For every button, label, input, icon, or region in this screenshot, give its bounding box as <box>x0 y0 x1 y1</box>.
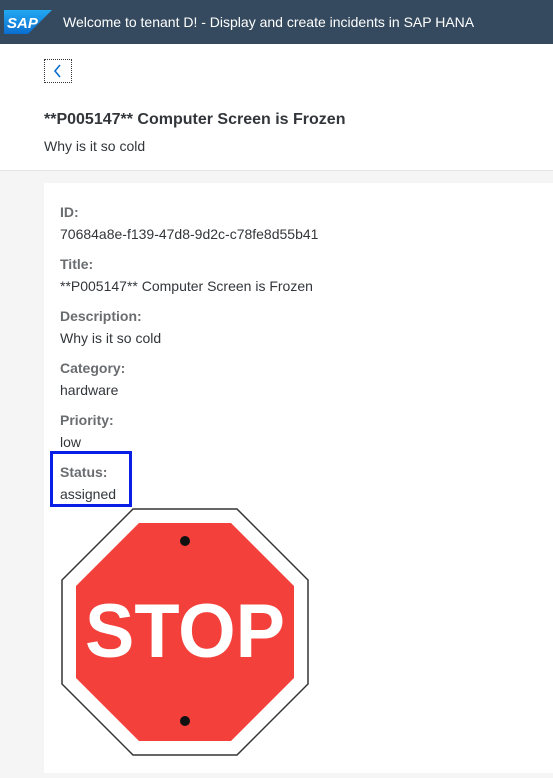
field-label: Category: <box>60 360 126 376</box>
field-title: Title: **P005147** Computer Screen is Fr… <box>60 255 313 295</box>
field-label: Description: <box>60 308 142 324</box>
shell-bar: SAP Welcome to tenant D! - Display and c… <box>0 0 553 44</box>
field-priority: Priority: low <box>60 411 114 451</box>
back-button[interactable] <box>44 59 72 83</box>
status-highlight-box <box>50 451 132 507</box>
stop-sign-text: STOP <box>85 589 285 674</box>
field-label: Title: <box>60 256 94 272</box>
field-description: Description: Why is it so cold <box>60 307 161 347</box>
field-value: low <box>60 434 82 450</box>
field-label: Priority: <box>60 412 114 428</box>
field-category: Category: hardware <box>60 359 125 399</box>
page-subtitle: Why is it so cold <box>44 138 146 154</box>
field-value: Why is it so cold <box>60 330 162 346</box>
field-value: **P005147** Computer Screen is Frozen <box>60 278 313 294</box>
field-value: hardware <box>60 382 119 398</box>
sap-logo[interactable]: SAP <box>4 10 52 34</box>
incident-details: ID: 70684a8e-f139-47d8-9d2c-c78fe8d55b41… <box>44 183 553 773</box>
app-title: Welcome to tenant D! - Display and creat… <box>63 14 475 30</box>
field-id: ID: 70684a8e-f139-47d8-9d2c-c78fe8d55b41 <box>60 203 318 243</box>
field-label: ID: <box>60 204 79 220</box>
stop-sign-icon: STOP <box>61 508 309 756</box>
object-page-header: **P005147** Computer Screen is Frozen Wh… <box>0 44 553 171</box>
svg-text:SAP: SAP <box>7 15 39 32</box>
field-value: 70684a8e-f139-47d8-9d2c-c78fe8d55b41 <box>60 226 319 242</box>
page-title: **P005147** Computer Screen is Frozen <box>44 111 346 128</box>
chevron-left-icon <box>53 64 61 78</box>
